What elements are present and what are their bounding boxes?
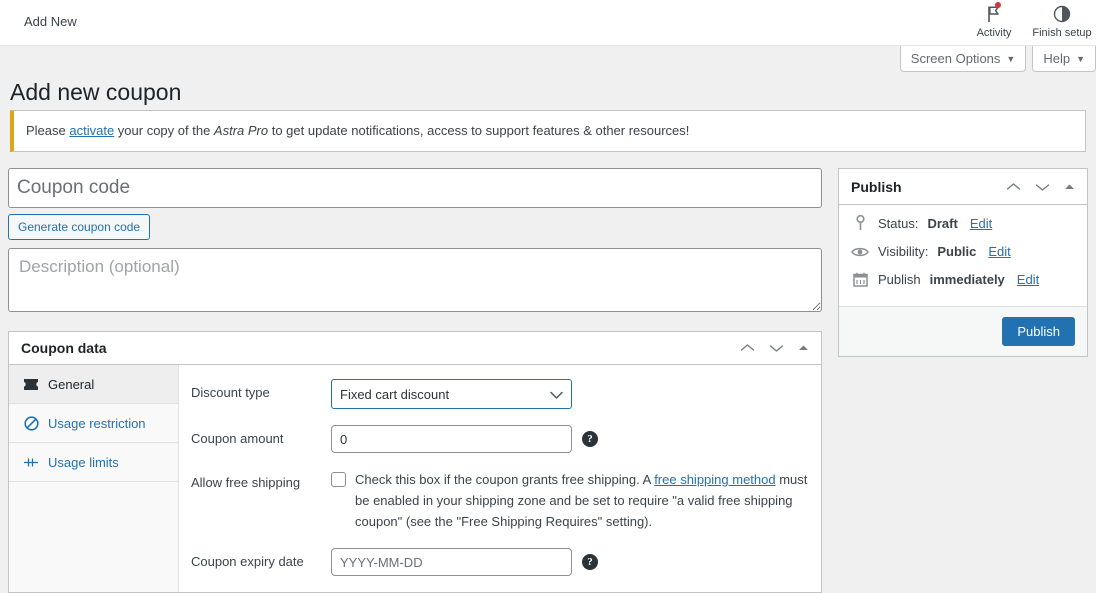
coupon-data-tabs: General Usage restriction Usage limits [9, 365, 179, 592]
tab-usage-restriction-label: Usage restriction [48, 415, 146, 431]
coupon-data-controls [740, 343, 813, 353]
publish-button[interactable]: Publish [1002, 317, 1075, 346]
chevron-down-icon: ▼ [1006, 53, 1016, 64]
discount-type-field: Discount type Fixed cart discount [179, 379, 821, 409]
generate-coupon-code-button[interactable]: Generate coupon code [8, 214, 151, 240]
activity-label: Activity [976, 27, 1012, 39]
notice-activate-link[interactable]: activate [69, 123, 114, 138]
status-edit-link[interactable]: Edit [970, 216, 992, 231]
notice-prefix: Please [26, 123, 70, 138]
coupon-data-metabox: Coupon data General Usage restriction Us… [8, 331, 822, 593]
notice-emphasis: Astra Pro [213, 123, 269, 138]
calendar-icon [851, 272, 869, 287]
tab-usage-restriction[interactable]: Usage restriction [9, 404, 178, 443]
collapse-toggle-icon[interactable] [1064, 183, 1075, 191]
visibility-prefix: Visibility: [878, 244, 929, 259]
publish-rows: Status: Draft Edit Visibility: Public Edit [839, 205, 1087, 306]
publish-header: Publish [839, 169, 1087, 205]
coupon-amount-input[interactable] [331, 425, 572, 453]
publish-date-edit-link[interactable]: Edit [1017, 272, 1039, 287]
tab-usage-limits[interactable]: Usage limits [9, 443, 178, 482]
move-down-icon[interactable] [1035, 182, 1050, 192]
page-title: Add new coupon [10, 79, 182, 106]
publish-date-prefix: Publish [878, 272, 921, 287]
publish-date-row: Publish immediately Edit [851, 272, 1075, 287]
sidebar-column: Publish Status: Draft Edit Visibility: P… [838, 168, 1088, 357]
visibility-row: Visibility: Public Edit [851, 244, 1075, 259]
screen-meta-links: Screen Options ▼ Help ▼ [894, 46, 1096, 72]
allow-free-shipping-field: Allow free shipping Check this box if th… [179, 469, 821, 532]
coupon-amount-label: Coupon amount [191, 431, 284, 446]
publish-footer: Publish [839, 306, 1087, 356]
discount-type-label: Discount type [191, 385, 270, 400]
publish-title: Publish [851, 178, 902, 195]
publish-controls [1006, 182, 1079, 192]
activity-button[interactable]: Activity [960, 0, 1028, 46]
tab-general-label: General [48, 376, 95, 392]
status-prefix: Status: [878, 215, 919, 231]
notice-suffix: to get update notifications, access to s… [268, 123, 690, 138]
progress-circle-icon [1053, 3, 1071, 25]
tab-usage-limits-label: Usage limits [48, 454, 119, 470]
usage-limits-icon [23, 454, 39, 470]
visibility-edit-link[interactable]: Edit [988, 244, 1010, 259]
screen-options-button[interactable]: Screen Options ▼ [899, 46, 1027, 72]
status-value: Draft [927, 215, 958, 231]
allow-free-shipping-checkbox[interactable] [331, 472, 346, 487]
finish-setup-button[interactable]: Finish setup [1028, 0, 1096, 46]
adminbar-actions: Activity Finish setup [960, 0, 1096, 46]
activity-badge [995, 2, 1001, 8]
free-shipping-text-before: Check this box if the coupon grants free… [355, 472, 655, 487]
flag-icon [986, 2, 1002, 25]
astra-pro-notice: Please activate your copy of the Astra P… [10, 110, 1086, 152]
allow-free-shipping-description: Check this box if the coupon grants free… [355, 469, 809, 532]
free-shipping-method-link[interactable]: free shipping method [654, 472, 775, 487]
screen-options-label: Screen Options [910, 51, 1001, 66]
allow-free-shipping-label: Allow free shipping [191, 475, 301, 490]
publish-metabox: Publish Status: Draft Edit Visibility: P… [838, 168, 1088, 357]
coupon-expiry-date-input[interactable] [331, 548, 572, 576]
move-up-icon[interactable] [1006, 182, 1021, 192]
chevron-down-icon: ▼ [1076, 53, 1085, 64]
coupon-expiry-date-field: Coupon expiry date ? [179, 548, 821, 576]
tab-general[interactable]: General [9, 365, 178, 404]
coupon-amount-field: Coupon amount ? [179, 425, 821, 453]
notice-middle: your copy of the [114, 123, 214, 138]
help-button[interactable]: Help ▼ [1032, 46, 1096, 72]
coupon-data-header: Coupon data [9, 332, 821, 365]
status-row: Status: Draft Edit [851, 215, 1075, 231]
publish-date-value: immediately [929, 272, 1005, 287]
eye-icon [851, 246, 869, 258]
adminbar-title: Add New [24, 14, 77, 29]
coupon-description-textarea[interactable] [8, 248, 822, 312]
move-up-icon[interactable] [740, 343, 755, 353]
pin-icon [851, 215, 869, 231]
general-panel: Discount type Fixed cart discount Coupon… [179, 365, 821, 592]
discount-type-select[interactable]: Fixed cart discount [331, 379, 572, 409]
coupon-amount-help-icon[interactable]: ? [582, 431, 598, 447]
main-column: Generate coupon code Coupon data [8, 168, 822, 593]
coupon-code-input[interactable] [8, 168, 822, 208]
finish-setup-label: Finish setup [1032, 27, 1092, 39]
help-label: Help [1043, 51, 1071, 66]
move-down-icon[interactable] [769, 343, 784, 353]
coupon-data-title: Coupon data [21, 340, 107, 356]
coupon-expiry-date-label: Coupon expiry date [191, 554, 304, 569]
collapse-toggle-icon[interactable] [798, 344, 809, 352]
visibility-value: Public [937, 244, 977, 259]
no-entry-icon [23, 415, 39, 431]
ticket-icon [23, 376, 39, 392]
admin-bar: Add New Activity Finish setup [0, 0, 1096, 46]
coupon-data-body: General Usage restriction Usage limits D… [9, 365, 821, 592]
coupon-expiry-date-help-icon[interactable]: ? [582, 554, 598, 570]
